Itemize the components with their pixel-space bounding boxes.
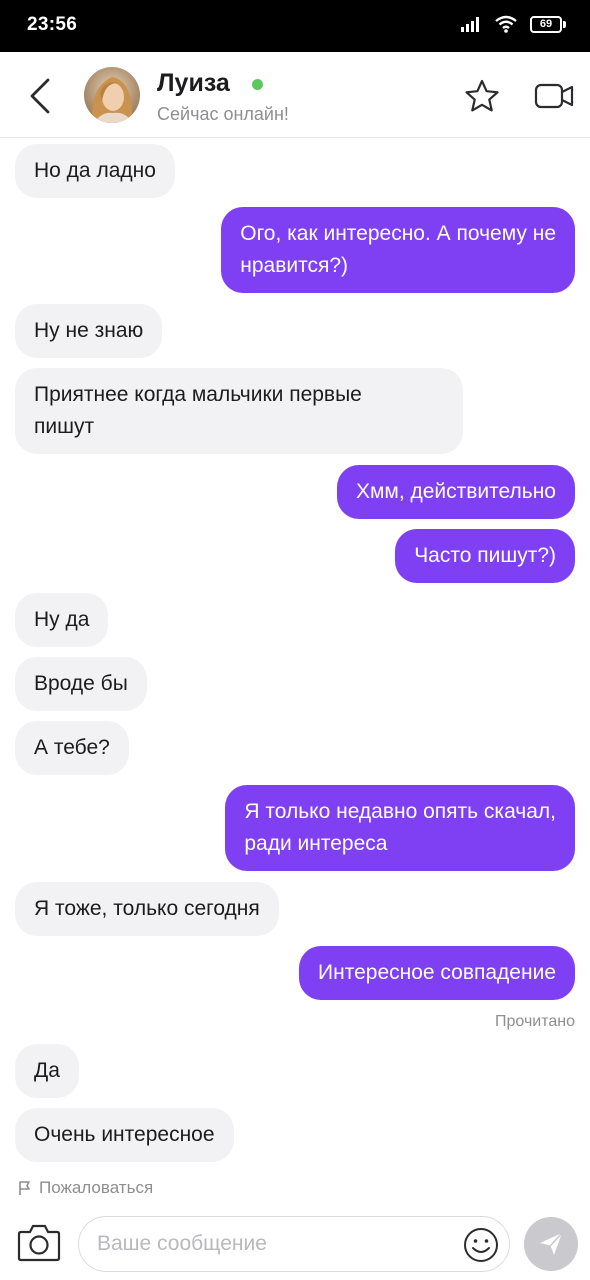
message-text: Хмм, действительно — [355, 480, 556, 503]
contact-avatar[interactable] — [84, 67, 140, 123]
report-link[interactable]: Пожаловаться — [17, 1178, 153, 1198]
back-arrow-icon[interactable] — [22, 74, 62, 118]
message-input[interactable] — [97, 1225, 457, 1263]
status-time: 23:56 — [27, 14, 78, 35]
send-icon — [540, 1232, 563, 1255]
signal-icon — [461, 17, 479, 32]
message-incoming[interactable]: Ну да — [15, 593, 109, 647]
message-text: Ну да — [34, 608, 90, 631]
emoji-icon[interactable] — [463, 1227, 499, 1263]
message-incoming[interactable]: Ну не знаю — [15, 304, 163, 358]
message-incoming[interactable]: Да — [15, 1044, 79, 1098]
chat-header: Луиза Сейчас онлайн! — [0, 52, 590, 138]
message-text: Но да ладно — [34, 159, 156, 182]
message-text-line: ради интереса — [244, 832, 388, 855]
report-label: Пожаловаться — [39, 1178, 154, 1197]
status-bar: 23:56 69 — [0, 0, 590, 52]
online-status: Сейчас онлайн! — [157, 104, 289, 124]
send-button[interactable] — [524, 1217, 578, 1271]
message-incoming[interactable]: А тебе? — [15, 721, 129, 775]
message-incoming[interactable]: Вроде бы — [15, 657, 147, 711]
message-outgoing[interactable]: Ого, как интересно. А почему не нравится… — [221, 207, 575, 293]
star-icon[interactable] — [463, 78, 501, 114]
online-indicator — [252, 79, 263, 90]
battery-level: 69 — [530, 15, 562, 33]
contact-name: Луиза — [157, 69, 230, 97]
message-outgoing[interactable]: Интересное совпадение — [299, 946, 575, 1000]
battery-icon: 69 — [530, 15, 566, 33]
message-text: Я тоже, только сегодня — [34, 897, 260, 920]
message-incoming[interactable]: Я тоже, только сегодня — [15, 882, 279, 936]
read-receipt: Прочитано — [495, 1013, 575, 1030]
video-camera-icon[interactable] — [534, 81, 574, 111]
message-outgoing[interactable]: Я только недавно опять скачал, ради инте… — [225, 785, 575, 871]
message-incoming[interactable]: Но да ладно — [15, 144, 175, 198]
camera-icon[interactable] — [16, 1220, 62, 1264]
message-text-line: Приятнее когда мальчики первые — [34, 383, 362, 406]
message-text: Очень интересное — [34, 1123, 215, 1146]
flag-icon — [19, 1181, 30, 1195]
message-text: Ну не знаю — [34, 319, 144, 342]
message-text: Вроде бы — [34, 672, 128, 695]
message-text-line: нравится?) — [240, 254, 349, 277]
message-text-line: пишут — [34, 415, 95, 438]
message-incoming[interactable]: Очень интересное — [15, 1108, 234, 1162]
message-text-line: Ого, как интересно. А почему не — [240, 222, 556, 245]
message-outgoing[interactable]: Часто пишут?) — [395, 529, 575, 583]
message-text: А тебе? — [34, 736, 110, 759]
message-incoming[interactable]: Приятнее когда мальчики первые пишут — [15, 368, 463, 454]
message-outgoing[interactable]: Хмм, действительно — [336, 465, 575, 519]
message-text: Да — [34, 1059, 60, 1082]
message-input-container[interactable] — [78, 1216, 510, 1272]
wifi-icon — [495, 15, 517, 33]
message-text: Часто пишут?) — [414, 544, 556, 567]
message-text-line: Я только недавно опять скачал, — [244, 800, 556, 823]
message-text: Интересное совпадение — [318, 961, 556, 984]
